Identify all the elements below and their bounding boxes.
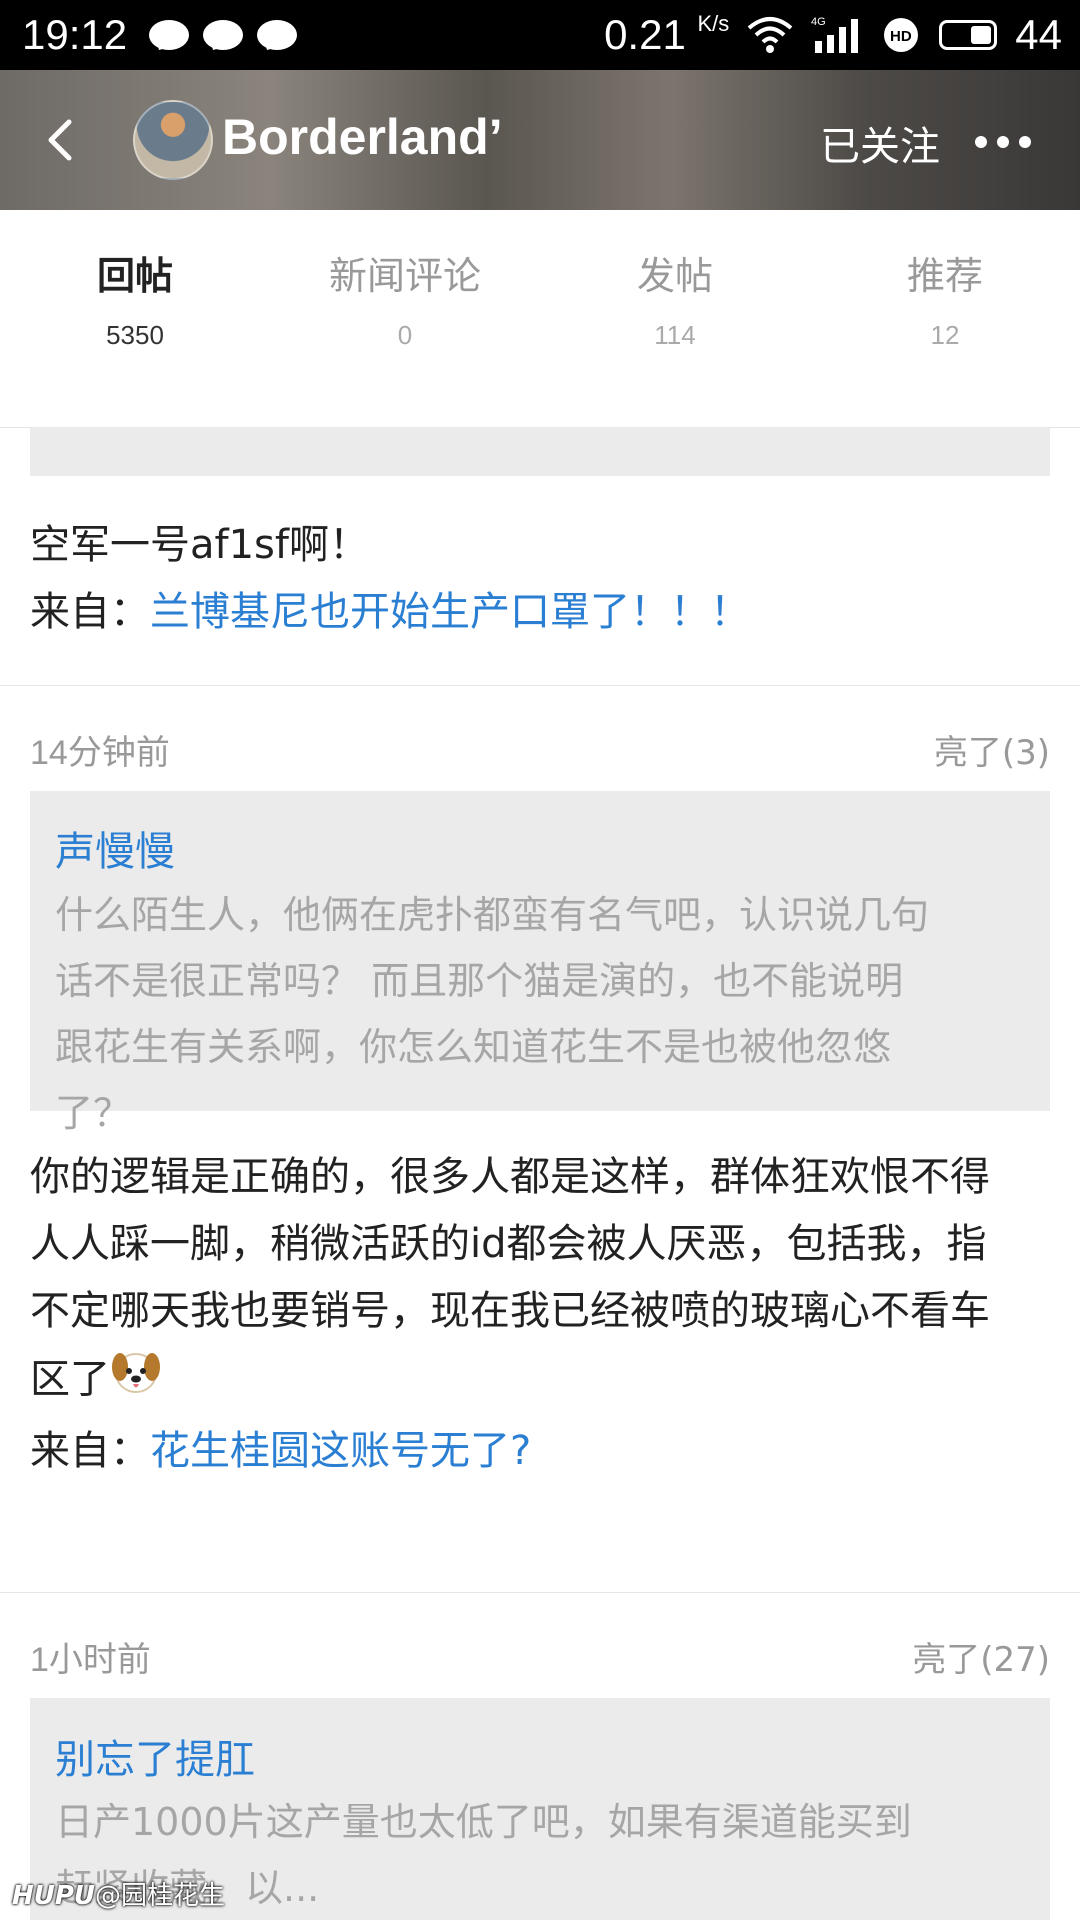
battery-percent: 44	[1015, 11, 1062, 58]
source-prefix: 来自：	[30, 589, 150, 635]
watermark: HUPU@园桂花生	[12, 1875, 225, 1912]
message-bubble-icon	[203, 20, 244, 50]
more-options-button[interactable]	[975, 122, 1045, 162]
reply-body-line: 人人踩一脚，稍微活跃的id都会被人厌恶，包括我，指	[30, 1221, 987, 1267]
avatar[interactable]	[133, 100, 213, 180]
wifi-icon	[747, 16, 793, 54]
watermark-brand: HUPU	[12, 1881, 96, 1911]
dog-face-icon	[110, 1345, 162, 1418]
profile-header: Borderland’ 已关注	[0, 70, 1080, 210]
quote-author[interactable]: 声慢慢	[55, 819, 175, 877]
source-prefix: 来自：	[30, 1428, 150, 1474]
tab-label: 回帖	[96, 254, 173, 298]
reply-list[interactable]: 空军一号af1sf啊！ 来自：兰博基尼也开始生产口罩了！！！ 14分钟前 亮了(…	[0, 427, 1080, 1920]
tab-count: 0	[397, 320, 413, 350]
quote-line: 什么陌生人，他俩在虎扑都蛮有名气吧，认识说几句	[55, 893, 930, 937]
hd-label: HD	[890, 28, 912, 45]
like-count[interactable]: 亮了(3)	[934, 725, 1050, 774]
network-type-label: 4G	[811, 16, 826, 28]
message-bubble-icon	[149, 20, 190, 50]
reply-body-line: 区了	[30, 1345, 1050, 1418]
tab-count: 12	[930, 320, 960, 350]
divider	[0, 1592, 1080, 1593]
quote-line: 话不是很正常吗？ 而且那个猫是演的，也不能说明	[55, 959, 904, 1003]
tab-label: 发帖	[636, 254, 713, 298]
profile-username: Borderland’	[222, 109, 503, 165]
reply-source: 来自：兰博基尼也开始生产口罩了！！！	[30, 579, 1050, 646]
network-speed-value: 0.21	[604, 11, 686, 58]
quote-author[interactable]: 别忘了提肛	[55, 1727, 255, 1785]
reply-body: 空军一号af1sf啊！	[30, 522, 369, 568]
hd-voice-icon: HD	[881, 15, 921, 55]
tab-posts[interactable]: 发帖 114	[575, 245, 775, 351]
tab-count: 114	[654, 320, 696, 350]
quote-line: 跟花生有关系啊，你怎么知道花生不是也被他忽悠	[55, 1025, 892, 1069]
follow-button[interactable]: 已关注	[820, 114, 940, 172]
reply-item[interactable]: 你的逻辑是正确的，很多人都是这样，群体狂欢恨不得 人人踩一脚，稍微活跃的id都会…	[30, 1144, 1050, 1485]
tab-label: 推荐	[906, 254, 983, 298]
network-speed: 0.21 K/s	[604, 11, 729, 59]
divider	[0, 685, 1080, 686]
source-thread-link[interactable]: 花生桂圆这账号无了?	[150, 1428, 531, 1474]
reply-time: 14分钟前	[30, 734, 170, 772]
like-count[interactable]: 亮了(27)	[912, 1632, 1050, 1681]
reply-time: 1小时前	[30, 1641, 151, 1679]
quote-text: 什么陌生人，他俩在虎扑都蛮有名气吧，认识说几句 话不是很正常吗？ 而且那个猫是演…	[55, 882, 1025, 1146]
quote-line: 了？	[55, 1091, 132, 1135]
reply-body-line: 你的逻辑是正确的，很多人都是这样，群体狂欢恨不得	[30, 1154, 990, 1200]
reply-body-line: 不定哪天我也要销号，现在我已经被喷的玻璃心不看车	[30, 1288, 990, 1334]
network-speed-unit: K/s	[697, 11, 730, 36]
quoted-reply[interactable]	[30, 427, 1050, 476]
tab-replies[interactable]: 回帖 5350	[35, 245, 235, 351]
battery-icon	[939, 20, 998, 50]
status-time: 19:12	[22, 11, 128, 58]
reply-item[interactable]: 空军一号af1sf啊！ 来自：兰博基尼也开始生产口罩了！！！	[30, 512, 1050, 646]
tab-label: 新闻评论	[328, 254, 481, 298]
back-button[interactable]	[30, 110, 90, 170]
more-dots-icon	[975, 136, 987, 148]
chevron-left-icon	[48, 119, 72, 161]
watermark-handle: @园桂花生	[95, 1881, 226, 1911]
tab-recommended[interactable]: 推荐 12	[845, 245, 1045, 351]
tab-count: 5350	[106, 320, 164, 350]
message-bubble-icon	[257, 20, 298, 50]
status-bar: 19:12 0.21 K/s 4G HD 44	[0, 0, 1080, 70]
tab-news-comments[interactable]: 新闻评论 0	[305, 245, 505, 351]
profile-tabs: 回帖 5350 新闻评论 0 发帖 114 推荐 12	[0, 210, 1080, 428]
source-thread-link[interactable]: 兰博基尼也开始生产口罩了！！！	[150, 589, 750, 635]
reply-source: 来自：花生桂圆这账号无了?	[30, 1418, 1050, 1485]
cell-signal-icon: 4G	[811, 15, 863, 55]
notification-icons	[149, 20, 298, 50]
quote-line: 日产1000片这产量也太低了吧，如果有渠道能买到	[55, 1800, 912, 1844]
